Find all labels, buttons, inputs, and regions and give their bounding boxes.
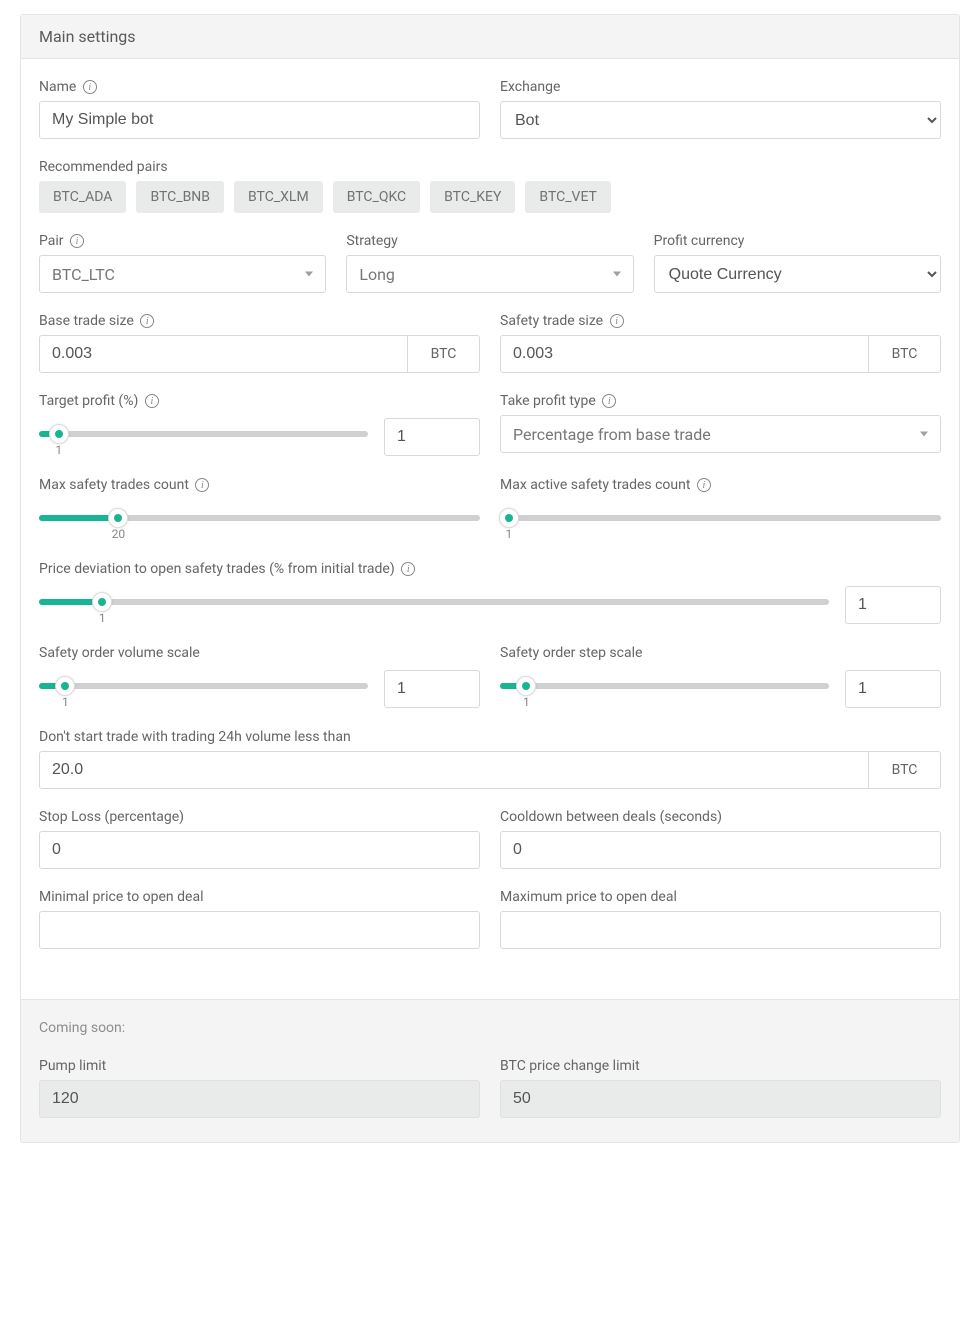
slider-thumb[interactable] (108, 508, 128, 528)
slider-thumb[interactable] (516, 676, 536, 696)
pair-chip[interactable]: BTC_XLM (234, 181, 323, 213)
info-icon[interactable] (697, 478, 711, 492)
safety-order-step-scale-label: Safety order step scale (500, 645, 941, 661)
pair-chip[interactable]: BTC_QKC (333, 181, 420, 213)
recommended-pairs-label: Recommended pairs (39, 159, 941, 175)
info-icon[interactable] (401, 562, 415, 576)
base-trade-size-unit: BTC (408, 335, 480, 373)
max-active-safety-trades-label-text: Max active safety trades count (500, 477, 690, 493)
slider-thumb[interactable] (499, 508, 519, 528)
slider-thumb[interactable] (92, 592, 112, 612)
safety-trade-size-label-text: Safety trade size (500, 313, 603, 329)
base-trade-size-input[interactable] (39, 335, 408, 373)
info-icon[interactable] (602, 394, 616, 408)
info-icon[interactable] (145, 394, 159, 408)
base-trade-size-label-text: Base trade size (39, 313, 134, 329)
exchange-select[interactable]: Bot (500, 101, 941, 139)
target-profit-label: Target profit (%) (39, 393, 480, 409)
pair-chip[interactable]: BTC_VET (525, 181, 611, 213)
strategy-select[interactable]: Long (346, 255, 633, 293)
min-24h-volume-label: Don't start trade with trading 24h volum… (39, 729, 941, 745)
safety-order-volume-scale-input[interactable] (384, 670, 480, 708)
btc-price-change-input (500, 1080, 941, 1118)
max-active-safety-trades-tick: 1 (499, 527, 519, 541)
info-icon[interactable] (195, 478, 209, 492)
price-deviation-label-text: Price deviation to open safety trades (%… (39, 561, 395, 577)
price-deviation-input[interactable] (845, 586, 941, 624)
safety-trade-size-input[interactable] (500, 335, 869, 373)
cooldown-input[interactable] (500, 831, 941, 869)
name-label: Name (39, 79, 480, 95)
safety-order-volume-scale-tick: 1 (55, 695, 75, 709)
name-label-text: Name (39, 79, 76, 95)
take-profit-type-label-text: Take profit type (500, 393, 596, 409)
max-active-safety-trades-label: Max active safety trades count (500, 477, 941, 493)
main-settings-panel: Main settings Name Exchange Bot Recommen… (20, 14, 960, 1143)
pump-limit-input (39, 1080, 480, 1118)
safety-order-step-scale-input[interactable] (845, 670, 941, 708)
price-deviation-label: Price deviation to open safety trades (%… (39, 561, 941, 577)
name-input[interactable] (39, 101, 480, 139)
max-price-label: Maximum price to open deal (500, 889, 941, 905)
slider-thumb[interactable] (49, 424, 69, 444)
exchange-label: Exchange (500, 79, 941, 95)
max-safety-trades-tick: 20 (106, 527, 130, 541)
take-profit-type-label: Take profit type (500, 393, 941, 409)
min-price-input[interactable] (39, 911, 480, 949)
info-icon[interactable] (140, 314, 154, 328)
safety-order-volume-scale-slider[interactable] (39, 683, 368, 689)
strategy-select-value: Long (359, 265, 395, 284)
safety-order-step-scale-tick: 1 (516, 695, 536, 709)
max-price-input[interactable] (500, 911, 941, 949)
pair-label-text: Pair (39, 233, 64, 249)
min-24h-volume-input[interactable] (39, 751, 869, 789)
panel-title: Main settings (21, 15, 959, 59)
base-trade-size-label: Base trade size (39, 313, 480, 329)
info-icon[interactable] (610, 314, 624, 328)
target-profit-label-text: Target profit (%) (39, 393, 138, 409)
profit-currency-select[interactable]: Quote Currency (654, 255, 941, 293)
pair-select-value: BTC_LTC (52, 265, 115, 284)
coming-soon-title: Coming soon: (39, 1020, 941, 1036)
min-price-label: Minimal price to open deal (39, 889, 480, 905)
safety-trade-size-label: Safety trade size (500, 313, 941, 329)
profit-currency-label: Profit currency (654, 233, 941, 249)
pair-label: Pair (39, 233, 326, 249)
stop-loss-input[interactable] (39, 831, 480, 869)
safety-order-step-scale-slider[interactable] (500, 683, 829, 689)
pair-select[interactable]: BTC_LTC (39, 255, 326, 293)
max-safety-trades-slider[interactable] (39, 515, 480, 521)
pump-limit-label: Pump limit (39, 1058, 480, 1074)
target-profit-slider[interactable] (39, 431, 368, 437)
info-icon[interactable] (83, 80, 97, 94)
max-active-safety-trades-slider[interactable] (500, 515, 941, 521)
slider-thumb[interactable] (55, 676, 75, 696)
coming-soon-section: Coming soon: Pump limit BTC price change… (21, 999, 959, 1142)
safety-order-volume-scale-label: Safety order volume scale (39, 645, 480, 661)
target-profit-input[interactable] (384, 418, 480, 456)
pair-chip[interactable]: BTC_BNB (136, 181, 224, 213)
take-profit-type-value: Percentage from base trade (513, 425, 711, 444)
target-profit-tick: 1 (49, 443, 69, 457)
max-safety-trades-label: Max safety trades count (39, 477, 480, 493)
info-icon[interactable] (70, 234, 84, 248)
pair-chip[interactable]: BTC_ADA (39, 181, 126, 213)
pair-chip[interactable]: BTC_KEY (430, 181, 515, 213)
safety-trade-size-unit: BTC (869, 335, 941, 373)
cooldown-label: Cooldown between deals (seconds) (500, 809, 941, 825)
price-deviation-tick: 1 (92, 611, 112, 625)
stop-loss-label: Stop Loss (percentage) (39, 809, 480, 825)
min-24h-volume-unit: BTC (869, 751, 941, 789)
strategy-label: Strategy (346, 233, 633, 249)
recommended-pairs-list: BTC_ADA BTC_BNB BTC_XLM BTC_QKC BTC_KEY … (39, 181, 941, 213)
price-deviation-slider[interactable] (39, 599, 829, 605)
take-profit-type-select[interactable]: Percentage from base trade (500, 415, 941, 453)
btc-price-change-label: BTC price change limit (500, 1058, 941, 1074)
max-safety-trades-label-text: Max safety trades count (39, 477, 189, 493)
